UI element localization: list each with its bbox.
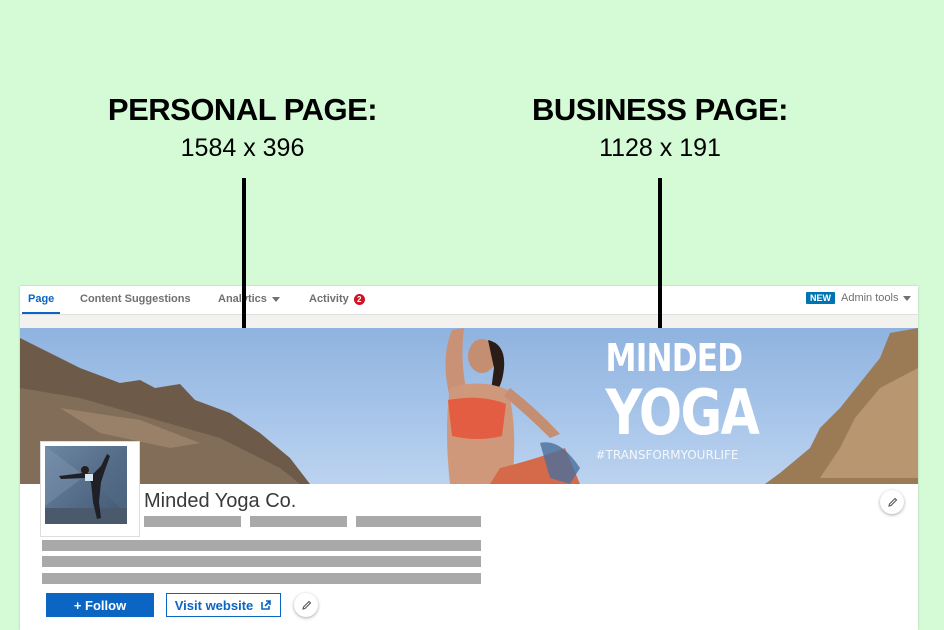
- admin-tools-menu[interactable]: NEW Admin tools: [806, 292, 912, 304]
- business-page-pointer-line: [658, 178, 662, 328]
- caret-down-icon: [903, 295, 912, 301]
- external-link-icon: [261, 600, 272, 610]
- personal-page-label: PERSONAL PAGE: 1584 x 396: [90, 92, 395, 163]
- admin-tools-label: Admin tools: [841, 292, 899, 304]
- banner-hashtag: #TRANSFORMYOURLIFE: [595, 448, 739, 462]
- edit-cover-button[interactable]: [880, 490, 904, 514]
- placeholder-meta-bar: [250, 516, 347, 527]
- tab-content-suggestions[interactable]: Content Suggestions: [80, 293, 191, 305]
- placeholder-description-bar: [42, 556, 481, 567]
- caret-down-icon: [271, 296, 280, 302]
- banner-line-1: MINDED: [605, 336, 744, 380]
- placeholder-meta-bar: [356, 516, 481, 527]
- follow-button[interactable]: + Follow: [46, 593, 154, 617]
- figure-top: [448, 397, 506, 439]
- placeholder-description-bar: [42, 540, 481, 551]
- tab-page[interactable]: Page: [21, 293, 61, 314]
- company-name: Minded Yoga Co.: [144, 490, 297, 512]
- nav-divider: [20, 315, 918, 328]
- banner-headline: MINDED YOGA #TRANSFORMYOURLIFE: [592, 336, 760, 462]
- personal-page-dimensions: 1584 x 396: [180, 134, 305, 162]
- edit-page-button[interactable]: [294, 593, 318, 617]
- placeholder-meta-bar: [144, 516, 241, 527]
- pencil-icon: [887, 497, 897, 507]
- tab-activity-label: Activity: [309, 293, 349, 305]
- business-page-dimensions: 1128 x 191: [599, 134, 721, 162]
- pencil-icon: [301, 600, 311, 610]
- personal-page-heading: PERSONAL PAGE:: [107, 92, 378, 127]
- company-logo: [40, 441, 140, 537]
- tab-analytics[interactable]: Analytics: [218, 293, 280, 305]
- cover-banner-image: MINDED YOGA #TRANSFORMYOURLIFE: [20, 328, 918, 484]
- visit-website-label: Visit website: [174, 597, 254, 613]
- placeholder-description-bar: [42, 573, 481, 584]
- page-nav-bar: Page Content Suggestions Analytics Activ…: [20, 286, 918, 315]
- logo-image: [45, 446, 127, 524]
- visit-website-button[interactable]: Visit website: [166, 593, 281, 617]
- banner-scene: [20, 328, 918, 484]
- linkedin-company-page: Page Content Suggestions Analytics Activ…: [20, 286, 918, 630]
- business-page-label: BUSINESS PAGE: 1128 x 191: [512, 92, 808, 163]
- personal-page-pointer-line: [242, 178, 246, 328]
- new-badge: NEW: [806, 292, 835, 304]
- banner-line-2: YOGA: [605, 376, 760, 449]
- logo-yoga-figure: [45, 446, 127, 524]
- business-page-heading: BUSINESS PAGE:: [532, 92, 788, 127]
- notification-badge: 2: [353, 293, 365, 305]
- tab-activity[interactable]: Activity 2: [309, 293, 365, 305]
